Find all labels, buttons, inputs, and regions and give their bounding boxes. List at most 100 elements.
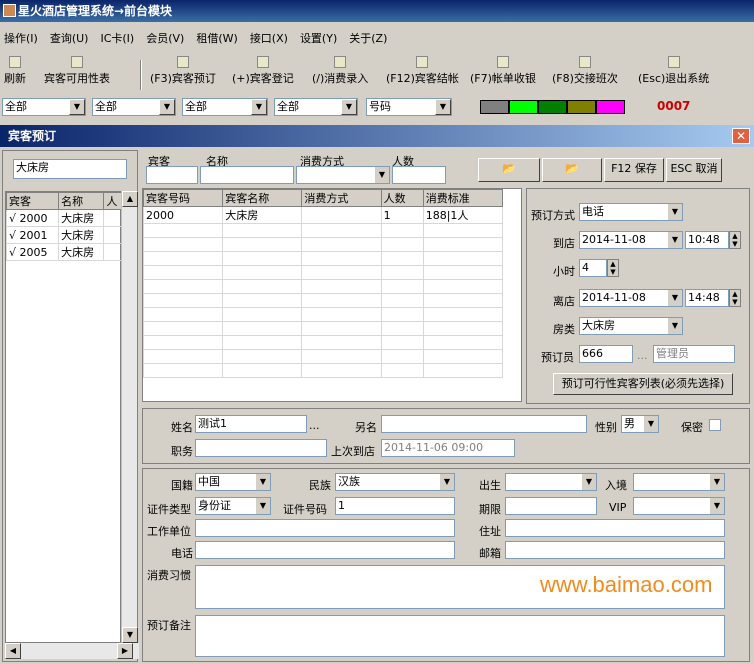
save-button[interactable]: F12 保存 (604, 158, 664, 182)
scroll-down-icon[interactable]: ▼ (122, 627, 138, 643)
last-visit-input[interactable]: 2014-11-06 09:00 (381, 439, 515, 457)
arrive-time-spinner[interactable]: ▲ ▼ (729, 231, 741, 249)
room-search-input[interactable]: 大床房 (13, 159, 127, 179)
vip-label: VIP (609, 501, 627, 514)
scroll-left-icon[interactable]: ◀ (5, 643, 21, 659)
people-input[interactable] (392, 166, 446, 184)
leave-date-picker[interactable]: 2014-11-08 ▼ (579, 289, 683, 307)
status-swatch-3 (538, 100, 567, 114)
edit-button[interactable]: 📂 (542, 158, 602, 182)
availability-list-button[interactable]: 预订可行性宾客列表(必须先选择) (553, 373, 733, 395)
horizontal-scrollbar[interactable]: ◀ ▶ (5, 643, 139, 659)
menu-interface[interactable]: 接口(X) (250, 32, 288, 45)
chevron-down-icon: ▼ (710, 474, 724, 490)
close-icon[interactable]: ✕ (732, 128, 750, 144)
consume-method-select[interactable]: ▼ (296, 166, 390, 184)
hours-spinner[interactable]: ▲ ▼ (607, 259, 619, 277)
filter-select-1[interactable]: 全部 ▼ (2, 98, 86, 116)
hours-input[interactable]: 4 (579, 259, 607, 277)
chevron-down-icon: ▼ (668, 232, 682, 248)
alias-input[interactable] (381, 415, 587, 433)
work-input[interactable] (195, 519, 455, 537)
address-input[interactable] (505, 519, 725, 537)
toolbar: 刷新 宾客可用性表 (F3)宾客预订 (+)宾客登记 (/)消费录入 (F12)… (0, 56, 754, 94)
vertical-scrollbar[interactable]: ▲ ▼ (121, 191, 138, 643)
col-consume-method[interactable]: 消费方式 (301, 189, 382, 207)
name-input[interactable] (200, 166, 294, 184)
remark-textarea[interactable] (195, 615, 725, 657)
menu-settings[interactable]: 设置(Y) (300, 32, 337, 45)
chevron-down-icon: ▼ (582, 474, 596, 490)
col-name[interactable]: 名称 (58, 192, 105, 210)
arrive-date-picker[interactable]: 2014-11-08 ▼ (579, 231, 683, 249)
birth-date-picker[interactable]: ▼ (505, 473, 597, 491)
idno-label: 证件号码 (283, 503, 327, 516)
col-people[interactable]: 人数 (380, 189, 424, 207)
reservation-button[interactable]: (F3)宾客预订 (150, 56, 216, 86)
filter-bar: 全部 ▼ 全部 ▼ 全部 ▼ 全部 ▼ 号码 ▼ (0, 96, 754, 118)
vip-select[interactable]: ▼ (633, 497, 725, 515)
table-row[interactable]: √ 2001 大床房 (5, 226, 122, 244)
phone-input[interactable] (195, 541, 455, 559)
table-row[interactable]: √ 2005 大床房 (5, 243, 122, 261)
consume-entry-button[interactable]: (/)消费录入 (312, 56, 368, 86)
filter-select-5[interactable]: 号码 ▼ (366, 98, 452, 116)
availability-button[interactable]: 宾客可用性表 (44, 56, 110, 86)
col-guest-no[interactable]: 宾客号码 (142, 189, 224, 207)
scroll-right-icon[interactable]: ▶ (117, 643, 133, 659)
menu-iccard[interactable]: IC卡(I) (100, 32, 134, 45)
room-type-select[interactable]: 大床房 ▼ (579, 317, 683, 335)
col-standard[interactable]: 消费标准 (422, 189, 504, 207)
menu-query[interactable]: 查询(U) (50, 32, 89, 45)
refresh-button[interactable]: 刷新 (4, 56, 26, 86)
guest-info-panel: 姓名 测试1 ... 另名 性别 男 ▼ 保密 职务 上次到店 2014-11-0… (142, 408, 750, 464)
leave-time-spinner[interactable]: ▲ ▼ (729, 289, 741, 307)
birth-label: 出生 (479, 479, 501, 492)
checkout-button[interactable]: (F12)宾客结帐 (386, 56, 459, 86)
table-row[interactable]: √ 2000 大床房 (5, 209, 122, 227)
expire-input[interactable] (505, 497, 597, 515)
gender-select[interactable]: 男 ▼ (621, 415, 659, 433)
booker-name-input[interactable]: 管理员 (653, 345, 735, 363)
exit-button[interactable]: (Esc)退出系统 (638, 56, 709, 86)
app-title: 星火酒店管理系统→前台模块 (18, 4, 173, 18)
add-button[interactable]: 📂 (478, 158, 540, 182)
chevron-down-icon: ▼ (256, 474, 270, 490)
toolbar-separator (140, 60, 142, 90)
filter-select-4[interactable]: 全部 ▼ (274, 98, 358, 116)
col-guest[interactable]: 宾客 (5, 192, 60, 210)
col-guest-name[interactable]: 宾客名称 (222, 189, 303, 207)
cancel-button[interactable]: ESC 取消 (666, 158, 722, 182)
secret-label: 保密 (681, 421, 703, 434)
secret-checkbox[interactable] (709, 419, 721, 431)
idtype-select[interactable]: 身份证 ▼ (195, 497, 271, 515)
idno-input[interactable]: 1 (335, 497, 455, 515)
menu-rent[interactable]: 租借(W) (196, 32, 237, 45)
booker-id-input[interactable]: 666 (579, 345, 633, 363)
booking-method-select[interactable]: 电话 ▼ (579, 203, 683, 221)
title-input[interactable] (195, 439, 327, 457)
shift-button[interactable]: (F8)交接班次 (552, 56, 618, 86)
menu-member[interactable]: 会员(V) (146, 32, 184, 45)
entry-select[interactable]: ▼ (633, 473, 725, 491)
filter-select-3[interactable]: 全部 ▼ (182, 98, 268, 116)
chevron-down-icon: ▼ (644, 416, 658, 432)
scroll-up-icon[interactable]: ▲ (122, 191, 138, 207)
checkin-button[interactable]: (+)宾客登记 (232, 56, 294, 86)
add-icon: 📂 (502, 162, 516, 175)
col-people[interactable]: 人 (103, 192, 122, 210)
ethnic-select[interactable]: 汉族 ▼ (335, 473, 455, 491)
menu-about[interactable]: 关于(Z) (349, 32, 387, 45)
nation-select[interactable]: 中国 ▼ (195, 473, 271, 491)
email-input[interactable] (505, 541, 725, 559)
guest-name-input[interactable]: 测试1 (195, 415, 307, 433)
remark-label: 预订备注 (147, 619, 191, 632)
arrive-time-input[interactable]: 10:48 (685, 231, 729, 249)
cashier-button[interactable]: (F7)帐单收银 (470, 56, 536, 86)
guest-input[interactable] (146, 166, 198, 184)
table-row[interactable]: 2000 大床房 1 188|1人 (142, 206, 504, 224)
filter-select-2[interactable]: 全部 ▼ (92, 98, 176, 116)
exit-icon (667, 56, 680, 68)
menu-operate[interactable]: 操作(I) (4, 32, 38, 45)
leave-time-input[interactable]: 14:48 (685, 289, 729, 307)
